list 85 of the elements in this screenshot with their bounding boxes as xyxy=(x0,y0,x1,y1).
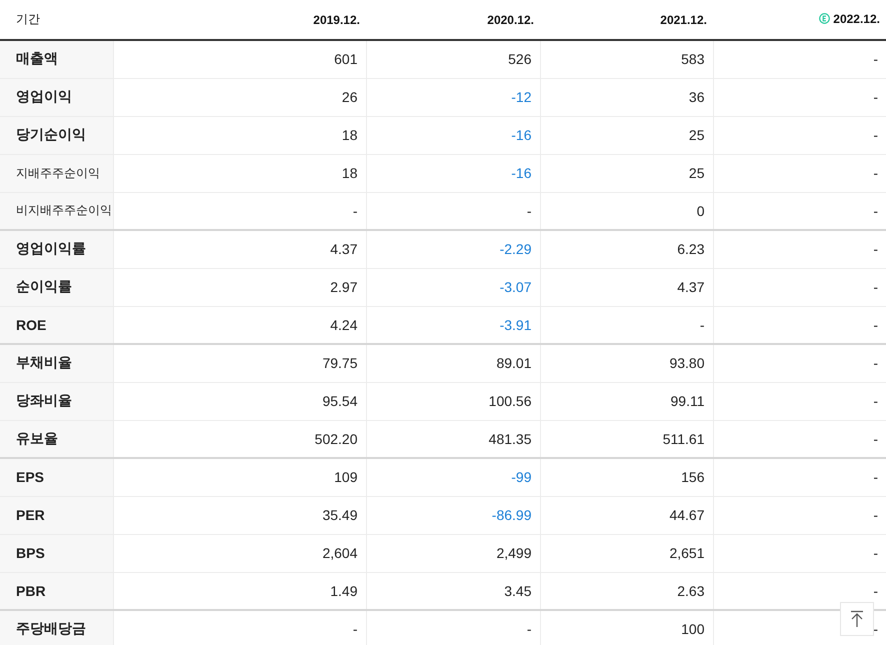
scroll-to-top-button[interactable] xyxy=(840,602,874,636)
table-cell: - xyxy=(713,420,886,458)
column-header: 기간 xyxy=(16,12,40,26)
scroll-top-icon xyxy=(850,610,864,628)
table-cell: - xyxy=(713,306,886,344)
table-cell: 526 xyxy=(366,40,540,78)
table-cell: 25 xyxy=(540,116,713,154)
table-cell: 18 xyxy=(113,154,366,192)
row-label: PER xyxy=(0,496,113,534)
table-cell: 26 xyxy=(113,78,366,116)
row-label: 지배주주순이익 xyxy=(0,154,113,192)
row-label: 영업이익 xyxy=(0,78,113,116)
row-label: 순이익률 xyxy=(0,268,113,306)
table-cell: - xyxy=(713,382,886,420)
table-cell: - xyxy=(113,610,366,645)
row-label: 영업이익률 xyxy=(0,230,113,268)
table-cell: - xyxy=(366,610,540,645)
row-label: 유보율 xyxy=(0,420,113,458)
table-cell: 1.49 xyxy=(113,572,366,610)
table-cell: 511.61 xyxy=(540,420,713,458)
column-header: 2021.12. xyxy=(660,12,707,26)
table-cell: 6.23 xyxy=(540,230,713,268)
table-cell: 109 xyxy=(113,458,366,496)
table-cell: 583 xyxy=(540,40,713,78)
row-label: EPS xyxy=(0,458,113,496)
table-cell: -99 xyxy=(366,458,540,496)
column-header: 2022.12. xyxy=(833,12,880,26)
table-cell: 36 xyxy=(540,78,713,116)
table-cell: 79.75 xyxy=(113,344,366,382)
row-label: BPS xyxy=(0,534,113,572)
table-cell: 2,604 xyxy=(113,534,366,572)
table-cell: 4.24 xyxy=(113,306,366,344)
row-label: 당기순이익 xyxy=(0,116,113,154)
table-cell: - xyxy=(713,268,886,306)
table-cell: 100.56 xyxy=(366,382,540,420)
row-label: ROE xyxy=(0,306,113,344)
table-cell: - xyxy=(366,192,540,230)
table-cell: 4.37 xyxy=(540,268,713,306)
table-cell: 100 xyxy=(540,610,713,645)
row-label: 비지배주주순이익 xyxy=(0,192,113,230)
table-cell: - xyxy=(713,40,886,78)
table-cell: -16 xyxy=(366,116,540,154)
table-cell: -3.07 xyxy=(366,268,540,306)
table-cell: - xyxy=(113,192,366,230)
column-header: 2020.12. xyxy=(487,12,534,26)
table-cell: - xyxy=(713,78,886,116)
table-cell: - xyxy=(540,306,713,344)
table-cell: - xyxy=(713,230,886,268)
table-cell: -86.99 xyxy=(366,496,540,534)
row-label: 부채비율 xyxy=(0,344,113,382)
table-cell: - xyxy=(713,496,886,534)
table-cell: 2.63 xyxy=(540,572,713,610)
table-cell: - xyxy=(713,192,886,230)
table-cell: - xyxy=(713,534,886,572)
table-cell: - xyxy=(713,116,886,154)
table-cell: 99.11 xyxy=(540,382,713,420)
column-header: 2019.12. xyxy=(313,12,360,26)
table-cell: 156 xyxy=(540,458,713,496)
table-cell: 89.01 xyxy=(366,344,540,382)
table-cell: 25 xyxy=(540,154,713,192)
row-label: PBR xyxy=(0,572,113,610)
table-cell: 95.54 xyxy=(113,382,366,420)
table-cell: - xyxy=(713,344,886,382)
table-cell: 93.80 xyxy=(540,344,713,382)
table-cell: 3.45 xyxy=(366,572,540,610)
table-cell: 502.20 xyxy=(113,420,366,458)
table-cell: -2.29 xyxy=(366,230,540,268)
table-cell: - xyxy=(713,154,886,192)
table-cell: 0 xyxy=(540,192,713,230)
table-cell: 481.35 xyxy=(366,420,540,458)
table-cell: 44.67 xyxy=(540,496,713,534)
table-cell: 4.37 xyxy=(113,230,366,268)
row-label: 당좌비율 xyxy=(0,382,113,420)
table-cell: 2.97 xyxy=(113,268,366,306)
row-label: 매출액 xyxy=(0,40,113,78)
table-cell: 601 xyxy=(113,40,366,78)
row-label: 주당배당금 xyxy=(0,610,113,645)
table-cell: -16 xyxy=(366,154,540,192)
table-cell: - xyxy=(713,458,886,496)
table-cell: 35.49 xyxy=(113,496,366,534)
table-cell: 18 xyxy=(113,116,366,154)
table-cell: -3.91 xyxy=(366,306,540,344)
table-cell: -12 xyxy=(366,78,540,116)
table-cell: 2,499 xyxy=(366,534,540,572)
table-cell: 2,651 xyxy=(540,534,713,572)
